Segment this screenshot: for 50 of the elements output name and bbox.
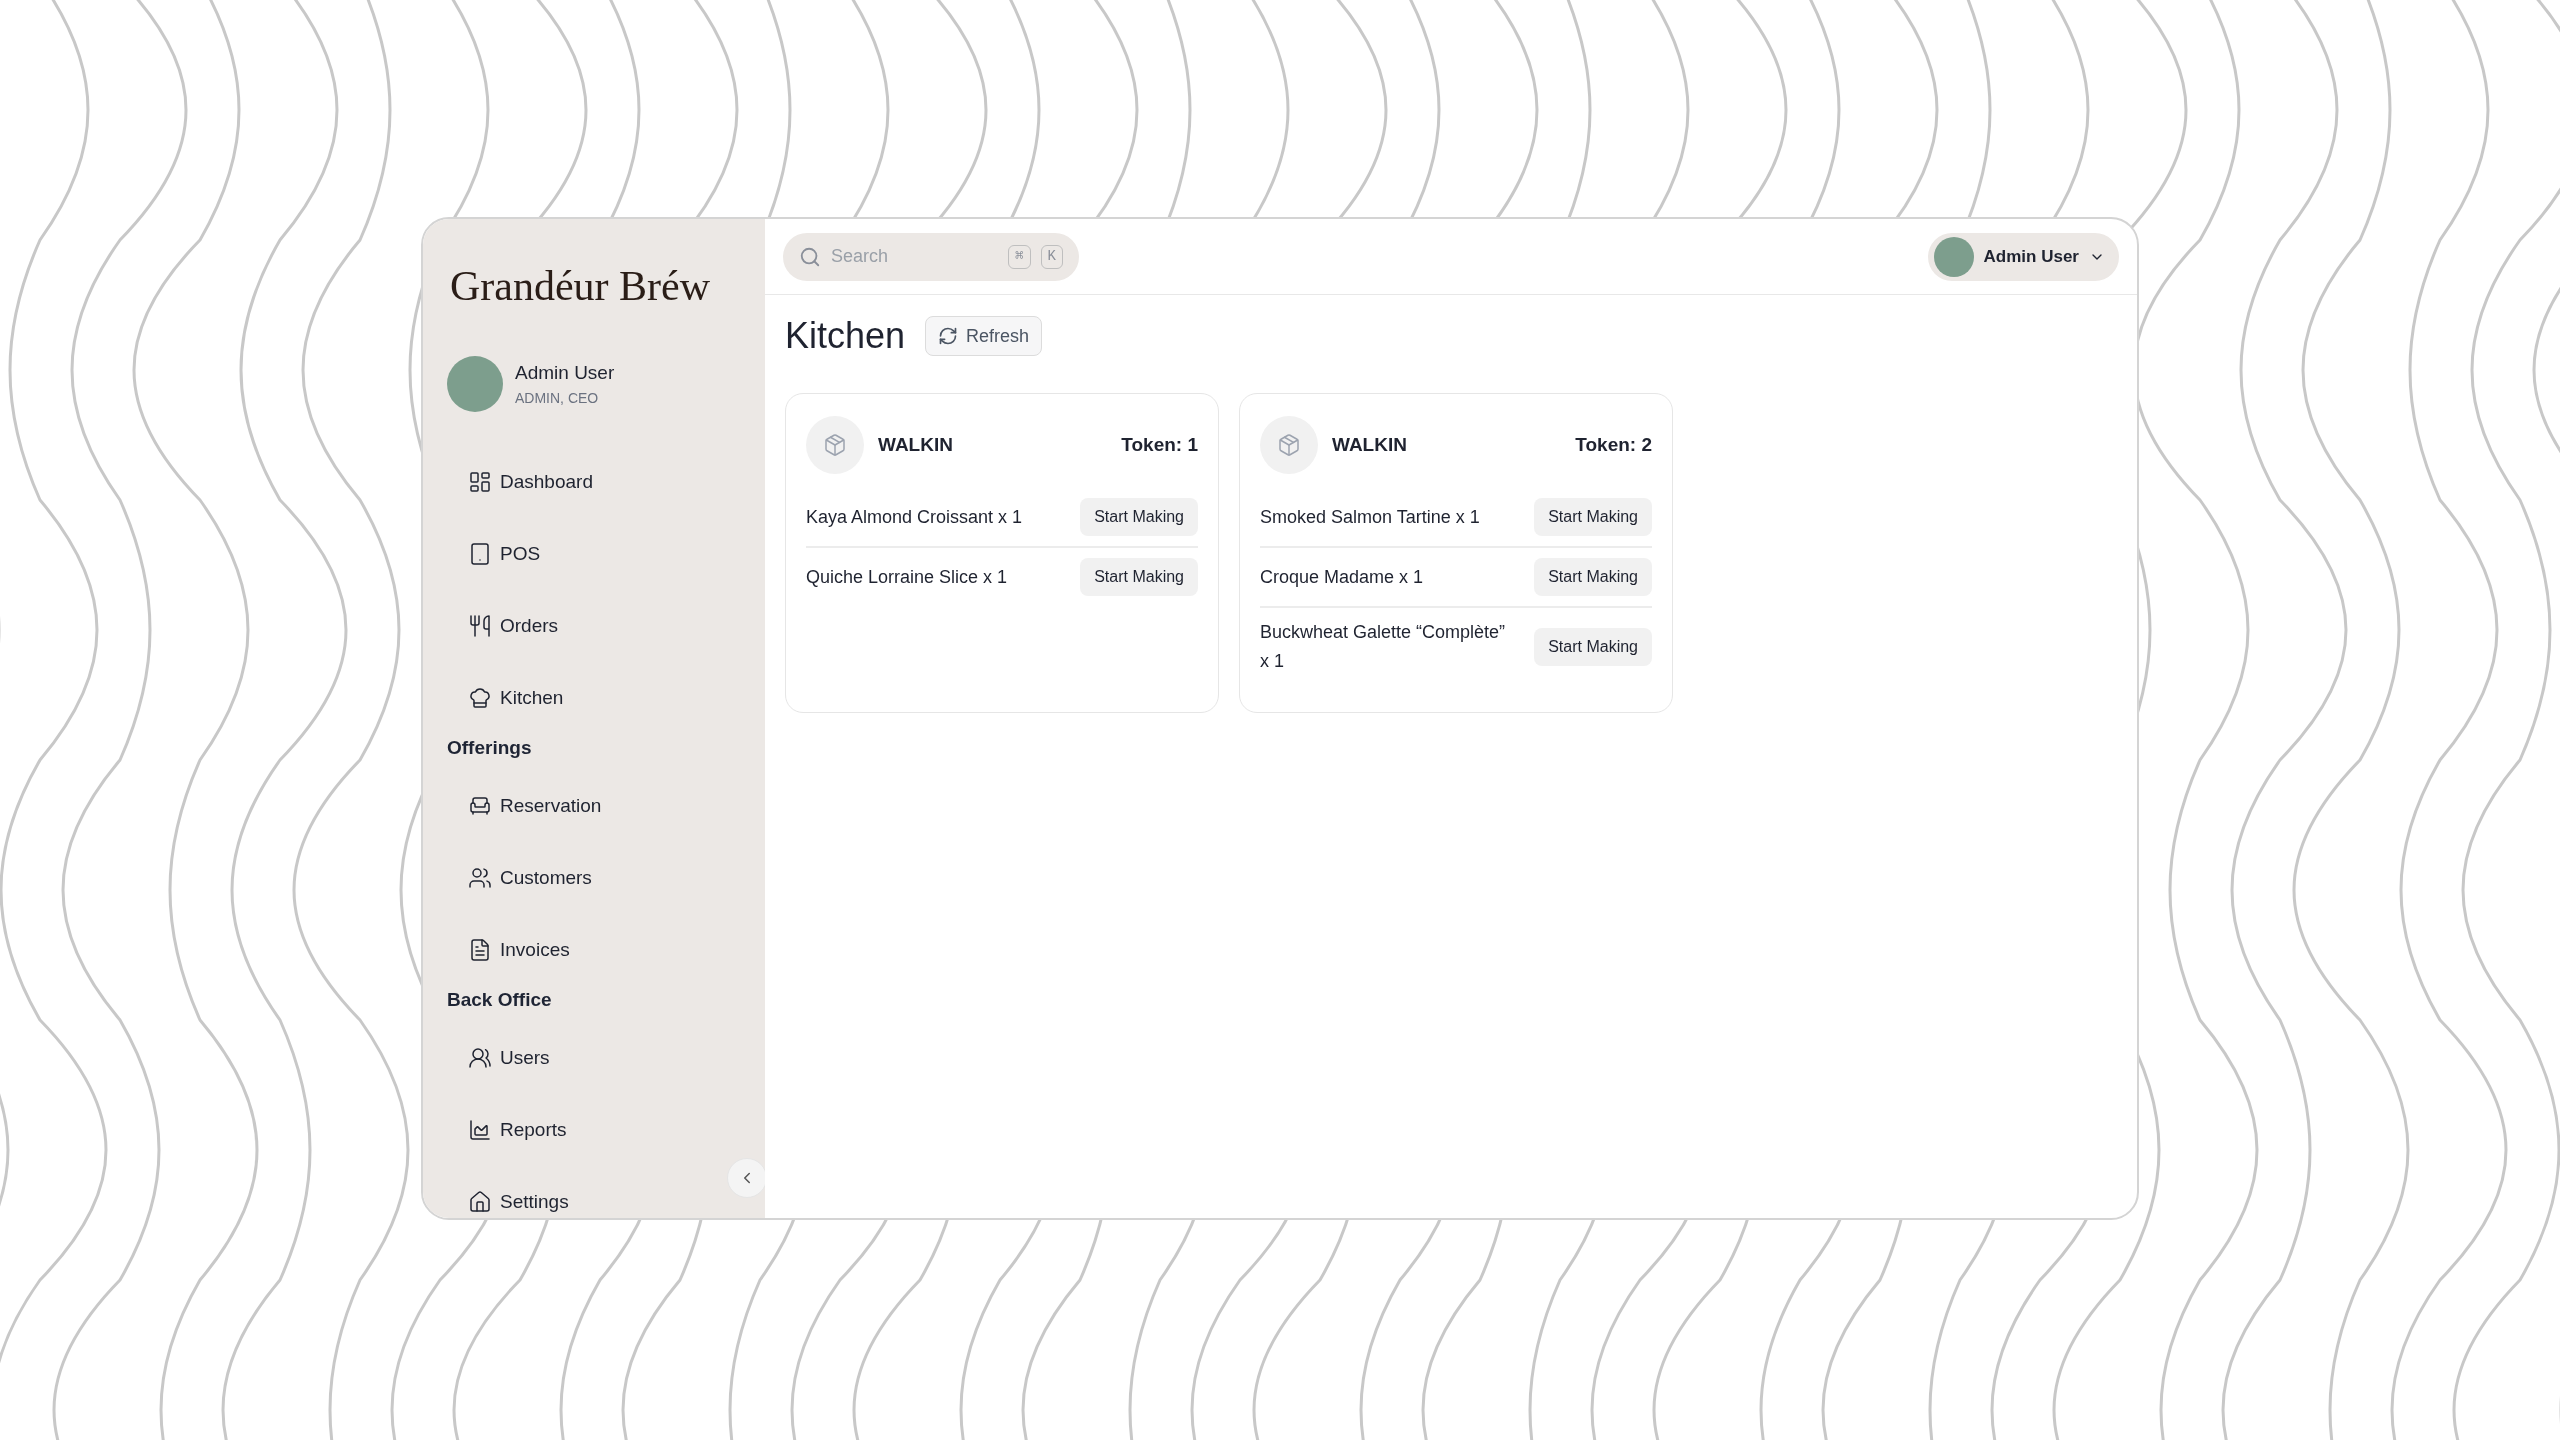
nav-item[interactable]: Orders [468, 590, 559, 662]
users-icon [468, 1046, 492, 1070]
refresh-button[interactable]: Refresh [925, 316, 1043, 356]
shortcut-key: ⌘ [1008, 244, 1031, 269]
search-icon [799, 245, 821, 268]
nav-item[interactable]: Settings [468, 1166, 569, 1218]
avatar [447, 356, 503, 412]
nav-item[interactable]: Dashboard [468, 446, 593, 518]
page-title: Kitchen [785, 314, 906, 358]
order-type: WALKIN [878, 432, 954, 457]
area-chart-icon [468, 1118, 492, 1142]
order-item: Buckwheat Galette “Complète” x 1 [1260, 621, 1507, 673]
user-menu-button[interactable]: Admin User [1927, 232, 2119, 281]
nav-item[interactable]: Invoices [468, 914, 570, 986]
house-icon [468, 1190, 492, 1214]
start-making-button[interactable]: Start Making [1534, 558, 1652, 596]
utensils-icon [468, 614, 492, 638]
user-name: Admin User [515, 361, 615, 386]
start-making-button[interactable]: Start Making [1534, 628, 1652, 666]
logo: Grandéur Bréw [449, 262, 712, 311]
section-heading: Offerings [447, 735, 533, 760]
nav-item[interactable]: Reports [468, 1094, 567, 1166]
document-icon [468, 938, 492, 962]
order-item: Kaya Almond Croissant x 1 [806, 505, 1023, 529]
shortcut-key: K [1040, 244, 1063, 269]
avatar [1933, 236, 1974, 277]
order-item: Quiche Lorraine Slice x 1 [806, 565, 1008, 589]
search-input[interactable]: Search [831, 243, 999, 270]
start-making-button[interactable]: Start Making [1534, 498, 1652, 536]
token-number: Token: 2 [1575, 432, 1652, 457]
start-making-button[interactable]: Start Making [1080, 498, 1198, 536]
nav-item[interactable]: Users [468, 1022, 550, 1094]
nav-item[interactable]: Kitchen [468, 662, 564, 734]
order-item: Croque Madame x 1 [1260, 565, 1424, 589]
user-role: ADMIN, CEO [515, 388, 600, 408]
armchair-icon [468, 794, 492, 818]
nav-item[interactable]: Customers [468, 842, 592, 914]
section-heading: Back Office [447, 987, 553, 1012]
tablet-icon [468, 542, 492, 566]
dashboard-icon [468, 470, 492, 494]
nav-item[interactable]: POS [468, 518, 541, 590]
people-icon [468, 866, 492, 890]
nav-item[interactable]: Reservation [468, 770, 602, 842]
chef-hat-icon [468, 686, 492, 710]
start-making-button[interactable]: Start Making [1080, 558, 1198, 596]
collapse-button[interactable] [727, 1158, 765, 1198]
token-number: Token: 1 [1121, 432, 1198, 457]
order-item: Smoked Salmon Tartine x 1 [1260, 505, 1480, 529]
refresh-icon [938, 326, 959, 346]
order-type: WALKIN [1332, 432, 1408, 457]
